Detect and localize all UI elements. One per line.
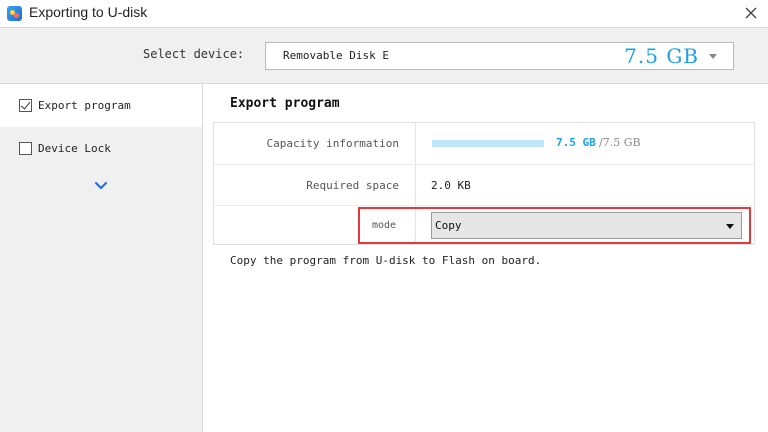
select-device-label: Select device: xyxy=(143,47,245,61)
sidebar-item-export-program[interactable]: Export program xyxy=(0,84,202,127)
device-lock-checkbox[interactable] xyxy=(19,142,32,155)
mode-description: Copy the program from U-disk to Flash on… xyxy=(230,254,542,267)
close-button[interactable] xyxy=(740,2,762,24)
capacity-label: Capacity information xyxy=(266,137,399,150)
capacity-total-value: 7.5 GB xyxy=(602,136,641,149)
required-space-row: Required space 2.0 KB xyxy=(214,164,754,205)
app-icon xyxy=(7,6,22,21)
title-bar: Exporting to U-disk xyxy=(0,0,768,27)
chevron-down-icon xyxy=(709,54,717,59)
highlight-box xyxy=(358,207,751,244)
capacity-bar xyxy=(432,140,544,147)
required-space-label: Required space xyxy=(306,179,399,192)
sidebar-item-label: Export program xyxy=(38,99,131,112)
device-selector-bar: Select device: Removable Disk E 7.5 GB xyxy=(0,27,768,84)
capacity-row: Capacity information 7.5 GB /7.5 GB xyxy=(214,123,754,164)
device-size: 7.5 GB xyxy=(624,44,699,68)
capacity-used: 7.5 GB xyxy=(556,136,596,149)
device-dropdown[interactable]: Removable Disk E 7.5 GB xyxy=(265,42,734,70)
chevron-down-icon[interactable] xyxy=(93,180,109,192)
window-title: Exporting to U-disk xyxy=(29,4,148,20)
close-icon xyxy=(745,7,757,19)
sidebar: Export program Device Lock xyxy=(0,84,203,432)
export-program-checkbox[interactable] xyxy=(19,99,32,112)
sidebar-item-label: Device Lock xyxy=(38,142,111,155)
device-name: Removable Disk E xyxy=(283,49,389,62)
capacity-total: /7.5 GB xyxy=(599,136,641,149)
sidebar-item-device-lock[interactable]: Device Lock xyxy=(0,127,202,170)
section-title: Export program xyxy=(230,96,340,111)
required-space-value: 2.0 KB xyxy=(431,179,471,192)
